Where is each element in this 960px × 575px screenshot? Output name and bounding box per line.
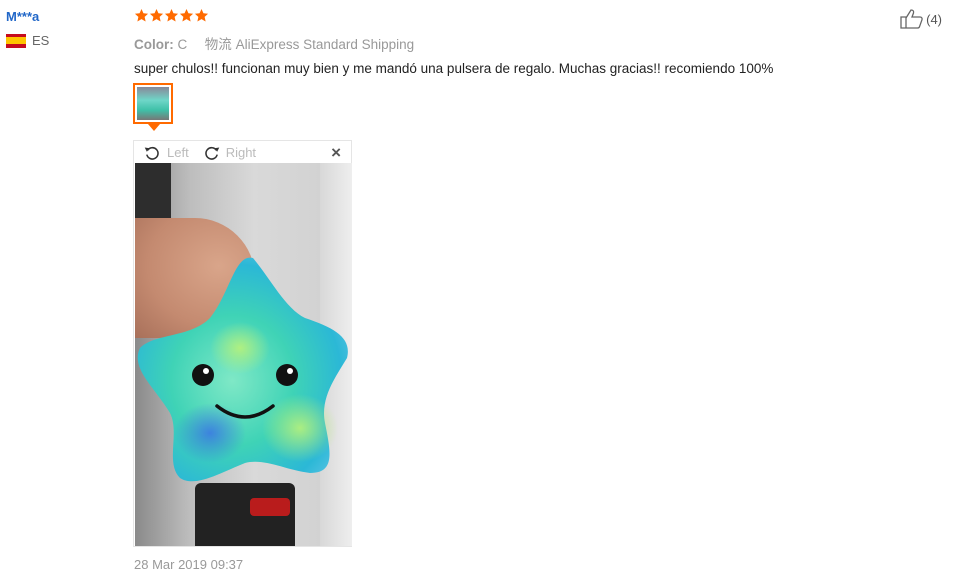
review-content: Color: C 物流 AliExpress Standard Shipping… xyxy=(134,8,934,76)
thumbnail-image xyxy=(137,87,169,120)
shipping-label: 物流 xyxy=(204,37,232,52)
thumbnail-selected-indicator xyxy=(148,124,160,131)
reviewer-name: M***a xyxy=(6,9,40,24)
country-code: ES xyxy=(32,33,50,48)
close-icon[interactable]: × xyxy=(331,143,341,163)
rotate-left-label: Left xyxy=(167,144,189,160)
background-red-object xyxy=(250,498,290,516)
review-timestamp: 28 Mar 2019 09:37 xyxy=(134,557,244,572)
rotate-left-button[interactable]: Left xyxy=(144,144,189,161)
rotate-right-button[interactable]: Right xyxy=(203,144,256,161)
star-icon xyxy=(164,8,179,23)
color-label: Color: xyxy=(134,37,174,52)
review-comment: super chulos!! funcionan muy bien y me m… xyxy=(134,61,774,76)
rotate-right-icon xyxy=(203,144,220,161)
review-photo-thumbnail[interactable] xyxy=(133,83,173,124)
color-value: C xyxy=(177,37,188,52)
thumbs-up-icon xyxy=(900,9,924,29)
reviewer-country: ES xyxy=(6,33,49,48)
star-icon xyxy=(134,8,149,23)
helpful-count: (4) xyxy=(926,11,942,27)
spain-flag-icon xyxy=(6,33,26,48)
shipping-value: AliExpress Standard Shipping xyxy=(235,37,415,52)
star-icon xyxy=(149,8,164,23)
viewer-toolbar: Left Right × xyxy=(134,141,351,163)
reviewer-info: M***a ES xyxy=(6,9,49,48)
rotate-left-icon xyxy=(144,144,161,161)
rotate-right-label: Right xyxy=(225,144,257,160)
star-icon xyxy=(179,8,194,23)
review-photo xyxy=(135,163,352,546)
photo-viewer: Left Right × xyxy=(133,140,352,547)
review-meta: Color: C 物流 AliExpress Standard Shipping xyxy=(134,33,934,53)
star-icon xyxy=(194,8,209,23)
star-pillow-image xyxy=(135,238,352,498)
helpful-button[interactable]: (4) xyxy=(900,9,942,29)
star-rating xyxy=(134,8,934,26)
